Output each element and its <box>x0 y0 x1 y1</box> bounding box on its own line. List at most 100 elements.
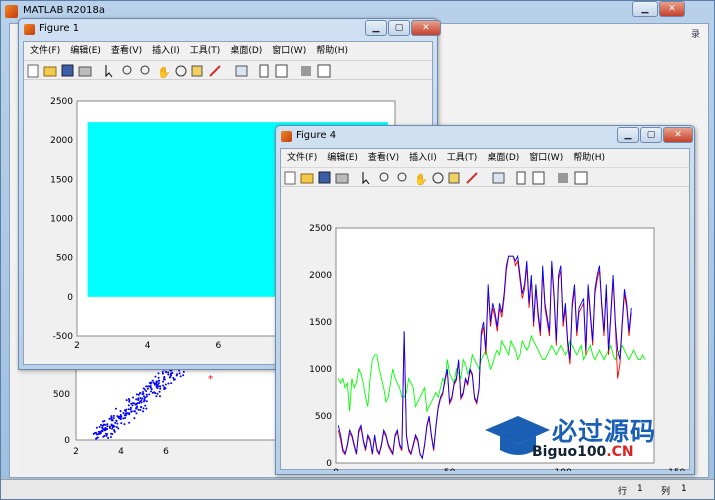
edit-plot-icon[interactable] <box>362 172 370 185</box>
scatter-point <box>130 402 133 405</box>
menu-file[interactable]: 文件(F) <box>287 149 317 167</box>
menu-tools[interactable]: 工具(T) <box>447 149 478 167</box>
menu-desktop[interactable]: 桌面(D) <box>230 42 262 60</box>
y-tick-label: 1000 <box>309 365 332 375</box>
x-tick-label: 100 <box>555 468 572 471</box>
scatter-point <box>96 437 99 440</box>
x-tick-label: 6 <box>215 341 221 351</box>
toolbar-icons: ✋ <box>284 171 588 186</box>
scatter-point <box>153 382 156 385</box>
scatter-point <box>127 408 130 411</box>
scatter-point <box>103 429 106 432</box>
menu-tools[interactable]: 工具(T) <box>190 42 221 60</box>
rotate-icon[interactable] <box>175 65 187 77</box>
matlab-window-controls: ▁ ✕ <box>631 1 685 19</box>
brush-icon[interactable] <box>209 65 221 77</box>
scatter-point <box>158 395 161 398</box>
close-button[interactable]: ✕ <box>659 1 685 17</box>
menu-window[interactable]: 窗口(W) <box>272 42 306 60</box>
menu-view[interactable]: 查看(V) <box>111 42 142 60</box>
hide-tools-icon[interactable] <box>301 66 311 76</box>
open-file-icon[interactable] <box>43 66 57 77</box>
figure-4-title: Figure 4 <box>296 130 337 141</box>
open-file-icon[interactable] <box>300 173 314 184</box>
colorbar-icon[interactable] <box>259 64 269 78</box>
scatter-point <box>111 433 114 436</box>
scatter-point <box>138 392 141 395</box>
print-icon[interactable] <box>335 173 349 184</box>
legend-icon[interactable] <box>532 171 545 185</box>
scatter-point <box>106 427 109 430</box>
legend-icon[interactable] <box>275 64 288 78</box>
menu-file[interactable]: 文件(F) <box>30 42 60 60</box>
watermark: 必过源码 Biguo100.CN <box>480 408 705 468</box>
pan-icon[interactable]: ✋ <box>414 173 428 186</box>
scatter-point <box>127 397 130 400</box>
scatter-point <box>103 434 106 437</box>
print-icon[interactable] <box>78 66 92 77</box>
scatter-point <box>175 374 178 377</box>
scatter-point <box>162 378 165 381</box>
watermark-cn: 必过源码 <box>552 417 657 446</box>
brush-icon[interactable] <box>466 172 478 184</box>
scatter-point <box>119 410 122 413</box>
zoom-out-icon[interactable] <box>397 172 407 182</box>
menu-window[interactable]: 窗口(W) <box>529 149 563 167</box>
link-plot-icon[interactable] <box>492 172 505 184</box>
scatter-point <box>154 375 157 378</box>
new-figure-icon[interactable] <box>27 64 39 78</box>
status-bar: 行 1 列 1 <box>1 479 714 499</box>
menu-insert[interactable]: 插入(I) <box>152 42 180 60</box>
minimize-button[interactable]: ▁ <box>617 127 639 143</box>
pan-icon[interactable]: ✋ <box>157 66 171 79</box>
data-cursor-icon[interactable] <box>191 65 203 77</box>
hide-tools-icon[interactable] <box>558 173 568 183</box>
scatter-point <box>139 400 142 403</box>
scatter-point <box>157 376 160 379</box>
scatter-point <box>131 404 134 407</box>
show-tools-icon[interactable] <box>317 64 331 78</box>
edit-plot-icon[interactable] <box>105 65 113 78</box>
bg-xtick: 2 <box>73 447 79 457</box>
scatter-point <box>162 380 165 383</box>
scatter-point <box>170 374 173 377</box>
x-tick-label: 2 <box>74 341 80 351</box>
scatter-point <box>154 392 157 395</box>
rotate-icon[interactable] <box>432 172 444 184</box>
menu-view[interactable]: 查看(V) <box>368 149 399 167</box>
watermark-en-main: Biguo100 <box>532 444 607 460</box>
scatter-point <box>98 425 101 428</box>
x-tick-label: 50 <box>444 468 456 471</box>
zoom-out-icon[interactable] <box>140 65 150 75</box>
data-cursor-icon[interactable] <box>448 172 460 184</box>
zoom-in-icon[interactable] <box>122 65 132 75</box>
save-icon[interactable] <box>318 171 331 184</box>
colorbar-icon[interactable] <box>516 171 526 185</box>
y-tick-label: 500 <box>315 412 332 422</box>
scatter-point <box>128 421 131 424</box>
figure-4-toolbar: ✋ <box>281 167 689 187</box>
menu-edit[interactable]: 编辑(E) <box>70 42 101 60</box>
close-button[interactable]: ✕ <box>663 127 693 143</box>
maximize-button[interactable]: ▢ <box>640 127 662 143</box>
menu-desktop[interactable]: 桌面(D) <box>487 149 519 167</box>
minimize-button[interactable]: ▁ <box>365 20 387 36</box>
x-tick-label: 0 <box>333 468 339 471</box>
y-tick-label: 2500 <box>309 224 332 234</box>
menu-insert[interactable]: 插入(I) <box>409 149 437 167</box>
scatter-point <box>111 427 114 430</box>
matlab-title: MATLAB R2018a <box>23 5 106 16</box>
menu-help[interactable]: 帮助(H) <box>573 149 605 167</box>
close-button[interactable]: ✕ <box>411 20 441 36</box>
menu-help[interactable]: 帮助(H) <box>316 42 348 60</box>
minimize-button[interactable]: ▁ <box>632 1 658 17</box>
menu-edit[interactable]: 编辑(E) <box>327 149 358 167</box>
maximize-button[interactable]: ▢ <box>388 20 410 36</box>
zoom-in-icon[interactable] <box>379 172 389 182</box>
scatter-point <box>167 382 170 385</box>
new-figure-icon[interactable] <box>284 171 296 185</box>
y-tick-label: 1500 <box>309 318 332 328</box>
show-tools-icon[interactable] <box>574 171 588 185</box>
link-plot-icon[interactable] <box>235 65 248 77</box>
save-icon[interactable] <box>61 64 74 77</box>
